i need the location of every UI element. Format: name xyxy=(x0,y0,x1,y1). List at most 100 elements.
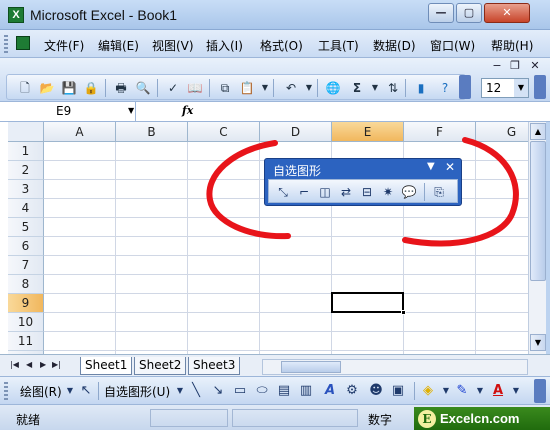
row-header-1[interactable]: 1 xyxy=(8,142,44,161)
selected-cell[interactable] xyxy=(331,292,406,315)
toolbar-grip[interactable] xyxy=(4,382,8,400)
font-color-icon[interactable]: A xyxy=(490,383,506,399)
oval-icon[interactable]: ⬭ xyxy=(254,383,270,399)
menu-file[interactable]: 文件(F) xyxy=(44,37,84,54)
block-arrows-icon[interactable]: ⇄ xyxy=(338,184,354,200)
print-icon[interactable]: 🖶 xyxy=(113,80,129,96)
row-header-7[interactable]: 7 xyxy=(8,256,44,275)
menu-edit[interactable]: 编辑(E) xyxy=(98,37,139,54)
worksheet-grid[interactable]: 121110987654321GFEDCBA xyxy=(0,122,528,354)
first-sheet-icon[interactable]: |◀ xyxy=(10,360,19,369)
select-objects-icon[interactable]: ↖ xyxy=(78,383,94,399)
undo-icon[interactable]: ↶ xyxy=(283,80,299,96)
fill-color-icon[interactable]: ◈ xyxy=(420,383,436,399)
last-sheet-icon[interactable]: ▶| xyxy=(52,360,61,369)
sort-ascending-icon[interactable]: ⇅ xyxy=(385,80,401,96)
row-header-11[interactable]: 11 xyxy=(8,332,44,351)
chevron-down-icon[interactable]: ▼ xyxy=(172,383,188,399)
lines-icon[interactable]: ⤡ xyxy=(275,184,291,200)
chevron-down-icon[interactable]: ▼ xyxy=(472,383,488,399)
row-header-8[interactable]: 8 xyxy=(8,275,44,294)
chevron-down-icon[interactable]: ▼ xyxy=(508,383,524,399)
autoshapes-menu-button[interactable]: 自选图形(U) xyxy=(104,383,170,400)
row-header-6[interactable]: 6 xyxy=(8,237,44,256)
close-icon[interactable]: ✕ xyxy=(445,160,455,174)
callouts-icon[interactable]: 💬 xyxy=(401,184,417,200)
stars-banners-icon[interactable]: ✷ xyxy=(380,184,396,200)
column-header-f[interactable]: F xyxy=(404,122,476,142)
select-all-corner[interactable] xyxy=(8,122,44,142)
chevron-down-icon[interactable]: ▼ xyxy=(438,383,454,399)
basic-shapes-icon[interactable]: ◫ xyxy=(317,184,333,200)
help-icon[interactable]: ? xyxy=(437,80,453,96)
paste-dropdown-icon[interactable]: ▼ xyxy=(257,80,273,96)
menu-insert[interactable]: 插入(I) xyxy=(206,37,243,54)
drawing-toolbar-options-button[interactable] xyxy=(534,379,546,403)
picture-icon[interactable]: ▣ xyxy=(390,383,406,399)
toolbar-grip[interactable] xyxy=(4,35,8,53)
row-header-10[interactable]: 10 xyxy=(8,313,44,332)
vertical-scroll-thumb[interactable] xyxy=(530,141,546,281)
insert-function-icon[interactable]: fx xyxy=(182,104,193,117)
research-icon[interactable]: 📖 xyxy=(187,80,203,96)
doc-minimize-button[interactable]: − xyxy=(488,58,506,74)
vertical-textbox-icon[interactable]: ▥ xyxy=(298,383,314,399)
menu-data[interactable]: 数据(D) xyxy=(373,37,416,54)
chevron-down-icon[interactable]: ▼ xyxy=(514,79,528,97)
line-color-icon[interactable]: ✎ xyxy=(454,383,470,399)
autosum-icon[interactable]: Σ xyxy=(349,80,365,96)
more-autoshapes-icon[interactable]: ⎘ xyxy=(431,184,447,200)
draw-menu-button[interactable]: 绘图(R) xyxy=(20,383,62,400)
row-header-2[interactable]: 2 xyxy=(8,161,44,180)
spelling-icon[interactable]: ✓ xyxy=(165,80,181,96)
connectors-icon[interactable]: ⌐ xyxy=(296,184,312,200)
toolbar-options-button-2[interactable] xyxy=(534,75,546,99)
horizontal-scrollbar[interactable] xyxy=(262,359,528,375)
new-icon[interactable]: 🗋 xyxy=(17,80,33,96)
column-header-b[interactable]: B xyxy=(116,122,188,142)
font-size-dropdown[interactable]: 12 ▼ xyxy=(481,78,529,98)
textbox-icon[interactable]: ▤ xyxy=(276,383,292,399)
row-header-5[interactable]: 5 xyxy=(8,218,44,237)
name-box[interactable]: E9 ▼ xyxy=(8,102,136,121)
arrow-icon[interactable]: ↘ xyxy=(210,383,226,399)
wordart-icon[interactable]: A xyxy=(322,383,338,399)
close-button[interactable]: ✕ xyxy=(484,3,530,23)
open-icon[interactable]: 📂 xyxy=(39,80,55,96)
column-header-c[interactable]: C xyxy=(188,122,260,142)
menu-help[interactable]: 帮助(H) xyxy=(491,37,533,54)
hyperlink-icon[interactable]: 🌐 xyxy=(325,80,341,96)
flowchart-icon[interactable]: ⊟ xyxy=(359,184,375,200)
row-header-4[interactable]: 4 xyxy=(8,199,44,218)
print-preview-icon[interactable]: 🔍 xyxy=(135,80,151,96)
chevron-down-icon[interactable]: ▼ xyxy=(62,383,78,399)
copy-icon[interactable]: ⧉ xyxy=(217,80,233,96)
fill-handle[interactable] xyxy=(401,310,406,315)
sheet-tab-2[interactable]: Sheet2 xyxy=(134,357,187,375)
paste-icon[interactable]: 📋 xyxy=(239,80,255,96)
maximize-button[interactable]: ▢ xyxy=(456,3,482,23)
undo-dropdown-icon[interactable]: ▼ xyxy=(301,80,317,96)
menu-format[interactable]: 格式(O) xyxy=(260,37,303,54)
chart-wizard-icon[interactable]: ▮ xyxy=(413,80,429,96)
autosum-dropdown-icon[interactable]: ▼ xyxy=(367,80,383,96)
rectangle-icon[interactable]: ▭ xyxy=(232,383,248,399)
menu-window[interactable]: 窗口(W) xyxy=(430,37,475,54)
row-header-3[interactable]: 3 xyxy=(8,180,44,199)
doc-restore-button[interactable]: ❐ xyxy=(506,58,524,74)
workbook-icon[interactable] xyxy=(16,36,30,50)
horizontal-scroll-thumb[interactable] xyxy=(281,361,341,373)
column-header-g[interactable]: G xyxy=(476,122,528,142)
autoshapes-floating-toolbar[interactable]: 自选图形 ▼ ✕ ⤡ ⌐ ◫ ⇄ ⊟ ✷ 💬 ⎘ xyxy=(264,158,462,206)
next-sheet-icon[interactable]: ▶ xyxy=(40,360,46,369)
line-icon[interactable]: ╲ xyxy=(188,383,204,399)
column-header-e[interactable]: E xyxy=(332,122,404,142)
sheet-tab-1[interactable]: Sheet1 xyxy=(80,357,133,375)
doc-close-button[interactable]: ✕ xyxy=(526,58,544,74)
save-icon[interactable]: 💾 xyxy=(61,80,77,96)
menu-tools[interactable]: 工具(T) xyxy=(318,37,359,54)
column-header-d[interactable]: D xyxy=(260,122,332,142)
diagram-icon[interactable]: ⚙ xyxy=(344,383,360,399)
permission-icon[interactable]: 🔒 xyxy=(83,80,99,96)
column-header-a[interactable]: A xyxy=(44,122,116,142)
